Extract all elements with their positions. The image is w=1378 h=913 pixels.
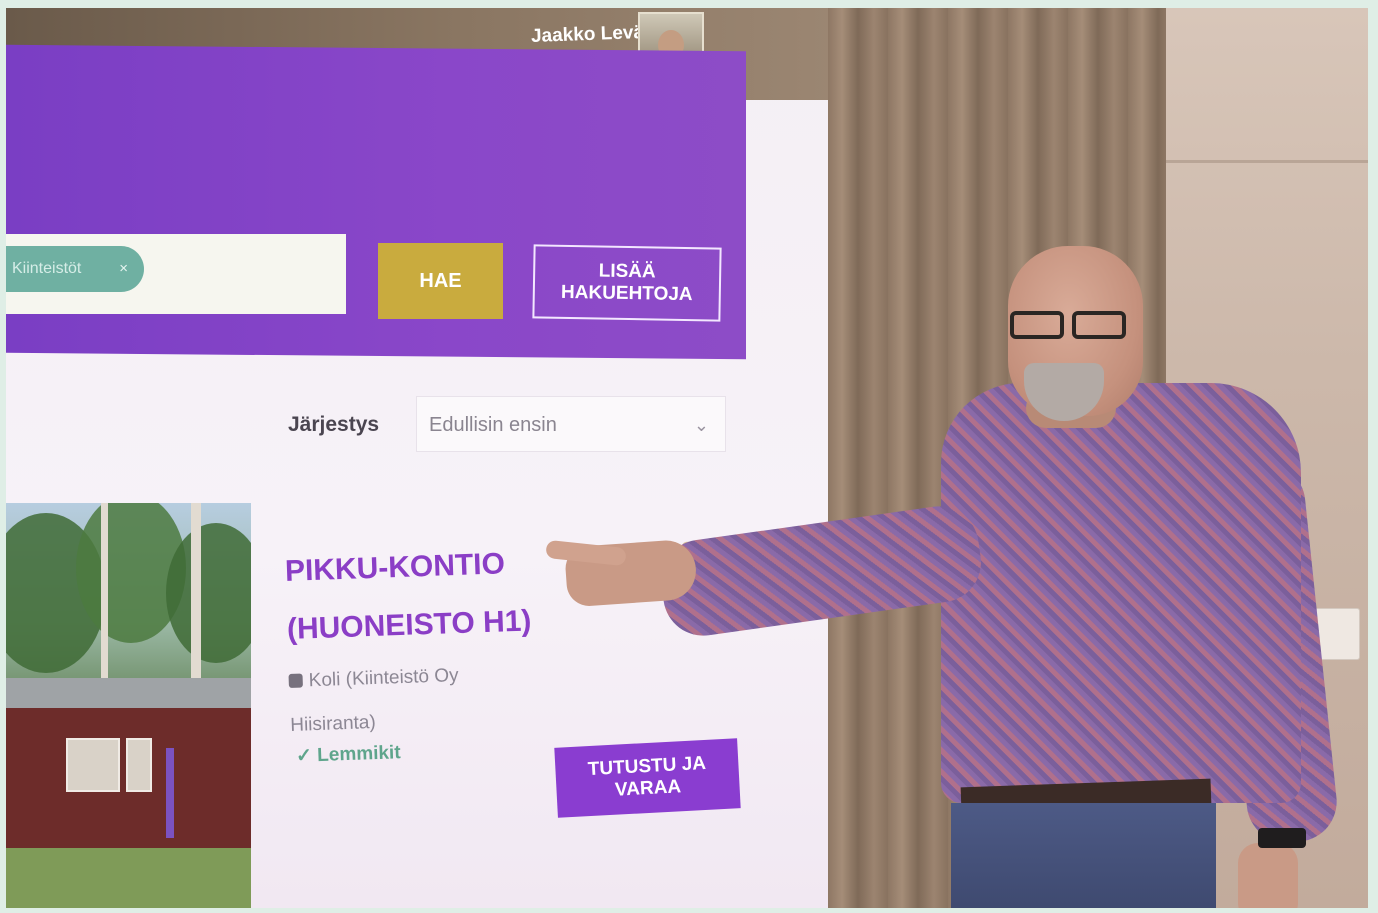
cottage xyxy=(6,708,251,848)
glasses-icon xyxy=(1010,311,1134,341)
cottage-window xyxy=(126,738,152,792)
presenter-shirt xyxy=(941,383,1301,803)
location-pin-icon xyxy=(288,673,303,688)
wall-seam xyxy=(1166,160,1368,163)
glasses-lens xyxy=(1010,311,1064,339)
lawn xyxy=(6,848,251,908)
glasses-lens xyxy=(1072,311,1126,339)
explore-and-book-button[interactable]: TUTUSTU JA VARAA xyxy=(554,738,741,818)
sort-label: Järjestys xyxy=(288,413,380,436)
presenter-name: Jaakko Levä xyxy=(530,22,645,47)
more-filters-button[interactable]: LISÄÄ HAKUEHTOJA xyxy=(532,244,722,322)
cottage-window xyxy=(66,738,120,792)
filter-chip-label: Kiinteistöt xyxy=(12,260,82,277)
chevron-down-icon: ⌄ xyxy=(693,415,709,435)
listing-title-line: (HUONEISTO H1) xyxy=(286,604,532,646)
sort-select[interactable]: Edullisin ensin ⌄ xyxy=(416,396,726,452)
close-icon[interactable]: × xyxy=(119,246,128,292)
pets-allowed-badge: ✓ Lemmikit xyxy=(295,742,401,767)
wristwatch xyxy=(1258,828,1306,848)
search-button[interactable]: HAE xyxy=(378,243,503,319)
tree-foliage xyxy=(166,523,251,663)
photo-frame: Jaakko Levä Kiinteistöt × HAE LISÄÄ HAKU… xyxy=(6,8,1368,908)
presenter-left-hand xyxy=(1238,843,1298,908)
door-sign xyxy=(166,748,174,838)
listing-location-text: Koli (Kiinteistö Oy Hiisiranta) xyxy=(289,665,459,736)
listing-photo[interactable] xyxy=(6,503,251,908)
projected-screen: Jaakko Levä Kiinteistöt × HAE LISÄÄ HAKU… xyxy=(6,8,831,908)
listing-location: Koli (Kiinteistö Oy Hiisiranta) xyxy=(288,652,511,748)
sort-selected-value: Edullisin ensin xyxy=(429,414,557,436)
filter-chip[interactable]: Kiinteistöt × xyxy=(6,246,144,292)
presenter-jeans xyxy=(951,803,1216,908)
